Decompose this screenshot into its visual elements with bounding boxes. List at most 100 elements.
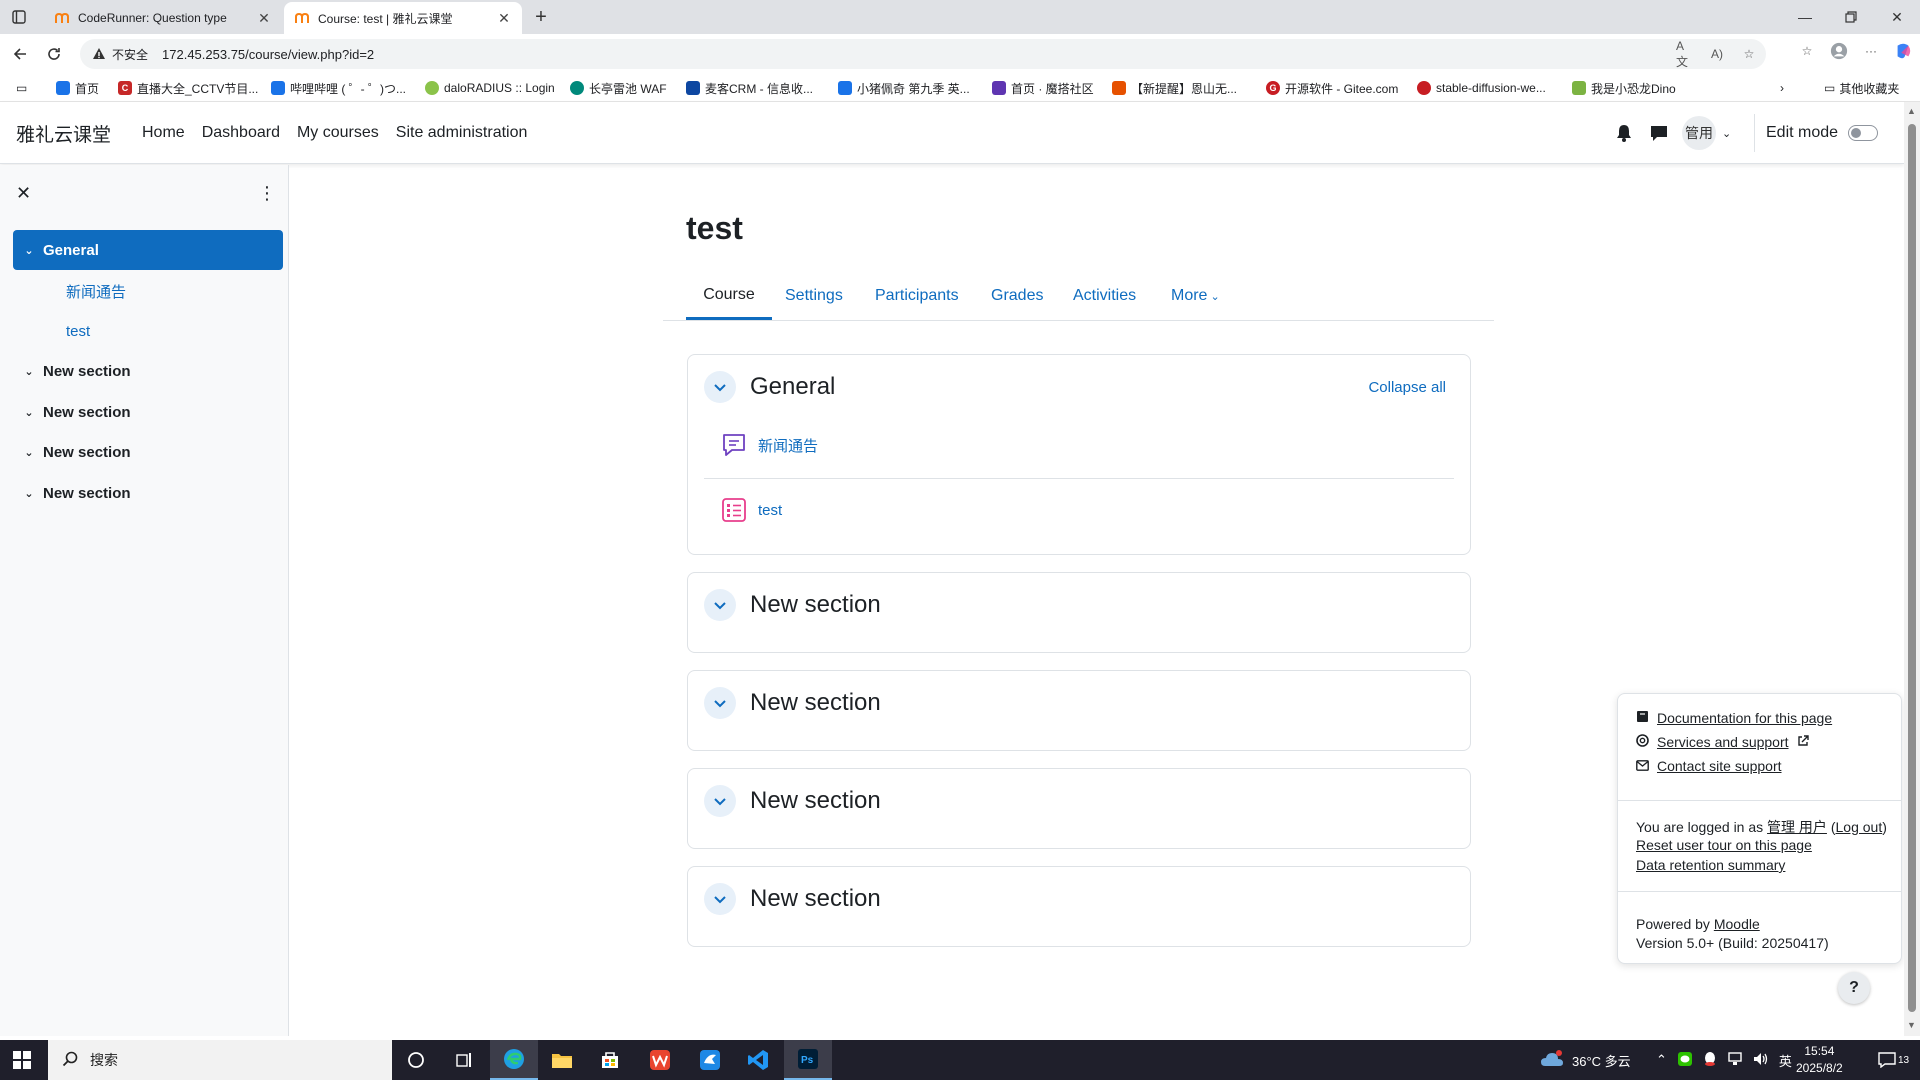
kebab-menu-icon[interactable]: ⋮ (258, 183, 276, 204)
site-brand[interactable]: 雅礼云课堂 (16, 120, 111, 147)
vscode-icon[interactable] (734, 1040, 782, 1080)
windows-start-icon[interactable] (12, 1050, 32, 1073)
warning-icon[interactable] (92, 47, 106, 61)
tab-close-icon[interactable]: ✕ (496, 10, 512, 26)
page-scrollbar[interactable]: ▲ ▼ (1904, 102, 1920, 1036)
chevron-down-icon[interactable]: ⌄ (21, 365, 37, 378)
course-index-activity[interactable]: test (32, 311, 302, 351)
section-name[interactable]: New section (750, 787, 881, 815)
course-index-section[interactable]: ⌄ New section (13, 473, 283, 513)
messages-icon[interactable] (1650, 124, 1668, 147)
chevron-down-icon[interactable]: ⌄ (21, 487, 37, 500)
services-support-link[interactable]: Services and support (1636, 734, 1809, 750)
section-collapse-toggle[interactable] (704, 371, 736, 403)
qq-icon[interactable] (1703, 1051, 1717, 1070)
nav-site-administration[interactable]: Site administration (396, 124, 528, 142)
bookmark-item[interactable]: 首页 (56, 78, 99, 98)
close-drawer-icon[interactable]: ✕ (16, 183, 31, 204)
section-name[interactable]: New section (750, 689, 881, 717)
url-bar[interactable]: 不安全 172.45.253.75/course/view.php?id=2 A… (80, 39, 1766, 69)
collapse-all-link[interactable]: Collapse all (1368, 379, 1446, 396)
bookmark-item[interactable]: 首页 · 魔搭社区 (992, 78, 1094, 98)
volume-icon[interactable] (1753, 1052, 1769, 1069)
bookmark-item[interactable]: daloRADIUS :: Login (425, 78, 555, 98)
user-menu[interactable]: 管用 ⌄ (1682, 116, 1731, 150)
bird-app-icon[interactable] (686, 1040, 734, 1080)
reset-tour-link[interactable]: Reset user tour on this page (1636, 837, 1812, 853)
edit-mode-switch[interactable] (1848, 125, 1879, 141)
url-text[interactable]: 172.45.253.75/course/view.php?id=2 (162, 47, 374, 62)
bookmark-item[interactable]: 麦客CRM - 信息收... (686, 78, 813, 98)
section-name[interactable]: General (750, 373, 835, 401)
bookmark-item[interactable]: stable-diffusion-we... (1417, 78, 1546, 98)
notification-center-icon[interactable]: 13 (1878, 1040, 1909, 1080)
notifications-bell-icon[interactable] (1616, 124, 1632, 147)
read-aloud-icon[interactable]: A) (1708, 45, 1726, 63)
nav-home[interactable]: Home (142, 124, 185, 142)
cortana-icon[interactable] (392, 1040, 440, 1080)
scrollbar-thumb[interactable] (1908, 124, 1916, 1012)
documentation-link[interactable]: Documentation for this page (1636, 710, 1832, 726)
photoshop-icon[interactable]: Ps (784, 1040, 832, 1080)
scroll-up-icon[interactable]: ▲ (1907, 106, 1916, 116)
bookmark-item[interactable]: 哔哩哔哩 ( ゜- ゜)つ... (271, 78, 406, 98)
moodle-link[interactable]: Moodle (1714, 916, 1760, 932)
activity-name[interactable]: 新闻通告 (758, 435, 818, 456)
contact-support-link[interactable]: Contact site support (1636, 758, 1782, 774)
bookmark-item[interactable]: C 直播大全_CCTV节目... (118, 78, 258, 98)
bookmark-item[interactable]: 长亭雷池 WAF (570, 78, 667, 98)
file-explorer-icon[interactable] (538, 1040, 586, 1080)
more-menu-icon[interactable]: ··· (1862, 42, 1880, 60)
nav-my-courses[interactable]: My courses (297, 124, 379, 142)
activity-quiz[interactable]: test (720, 496, 782, 524)
activity-forum[interactable]: 新闻通告 (720, 431, 818, 459)
favorites-icon[interactable]: ☆ (1798, 42, 1816, 60)
tab-activities[interactable]: Activities (1071, 272, 1138, 320)
bookmark-item[interactable]: 小猪佩奇 第九季 英... (838, 78, 970, 98)
new-tab-icon[interactable]: + (530, 6, 552, 28)
bookmarks-overflow-icon[interactable]: › (1780, 78, 1784, 98)
weather-widget[interactable]: 36°C 多云 (1540, 1040, 1631, 1080)
insecure-label[interactable]: 不安全 (112, 46, 148, 63)
data-retention-link[interactable]: Data retention summary (1636, 857, 1785, 873)
ime-indicator[interactable]: 英 (1779, 1051, 1792, 1070)
tab-course[interactable]: Course (686, 272, 772, 320)
taskbar-clock[interactable]: 15:54 2025/8/2 (1796, 1043, 1843, 1077)
wps-office-icon[interactable] (636, 1040, 684, 1080)
footer-help-button[interactable]: ? (1838, 972, 1870, 1004)
taskbar-search[interactable]: 搜索 (48, 1040, 392, 1080)
tab-settings[interactable]: Settings (783, 272, 845, 320)
profile-icon[interactable] (1830, 42, 1848, 60)
chevron-down-icon[interactable]: ⌄ (21, 406, 37, 419)
back-icon[interactable] (8, 42, 32, 66)
profile-link[interactable]: 管理 用户 (1767, 819, 1827, 835)
course-index-section[interactable]: ⌄ New section (13, 392, 283, 432)
refresh-icon[interactable] (42, 42, 66, 66)
scroll-down-icon[interactable]: ▼ (1907, 1020, 1916, 1030)
store-icon[interactable] (586, 1040, 634, 1080)
bookmarks-toggle-icon[interactable]: ▭ (16, 78, 27, 98)
tab-grades[interactable]: Grades (989, 272, 1045, 320)
restore-icon[interactable] (1828, 0, 1874, 34)
section-collapse-toggle[interactable] (704, 883, 736, 915)
favorite-star-icon[interactable]: ☆ (1740, 45, 1758, 63)
tab-actions-icon[interactable] (8, 6, 30, 28)
close-window-icon[interactable]: ✕ (1874, 0, 1920, 34)
tray-overflow-icon[interactable]: ⌃ (1656, 1052, 1667, 1068)
bookmark-item[interactable]: 我是小恐龙Dino (1572, 78, 1676, 98)
edge-app-icon[interactable] (490, 1040, 538, 1080)
translate-icon[interactable]: A文 (1676, 39, 1694, 69)
section-name[interactable]: New section (750, 885, 881, 913)
minimize-icon[interactable]: — (1782, 0, 1828, 34)
other-bookmarks[interactable]: ▭ 其他收藏夹 (1824, 78, 1899, 98)
tab-more[interactable]: More ⌄ (1169, 272, 1222, 320)
bookmark-item[interactable]: 【新提醒】恩山无... (1112, 78, 1237, 98)
course-index-section-general[interactable]: ⌄ General (13, 230, 283, 270)
course-index-section[interactable]: ⌄ New section (13, 351, 283, 391)
network-icon[interactable] (1727, 1051, 1743, 1069)
nav-dashboard[interactable]: Dashboard (202, 124, 280, 142)
section-name[interactable]: New section (750, 591, 881, 619)
avatar[interactable]: 管用 (1682, 116, 1716, 150)
copilot-icon[interactable] (1894, 42, 1912, 60)
course-index-activity[interactable]: 新闻通告 (32, 271, 302, 311)
